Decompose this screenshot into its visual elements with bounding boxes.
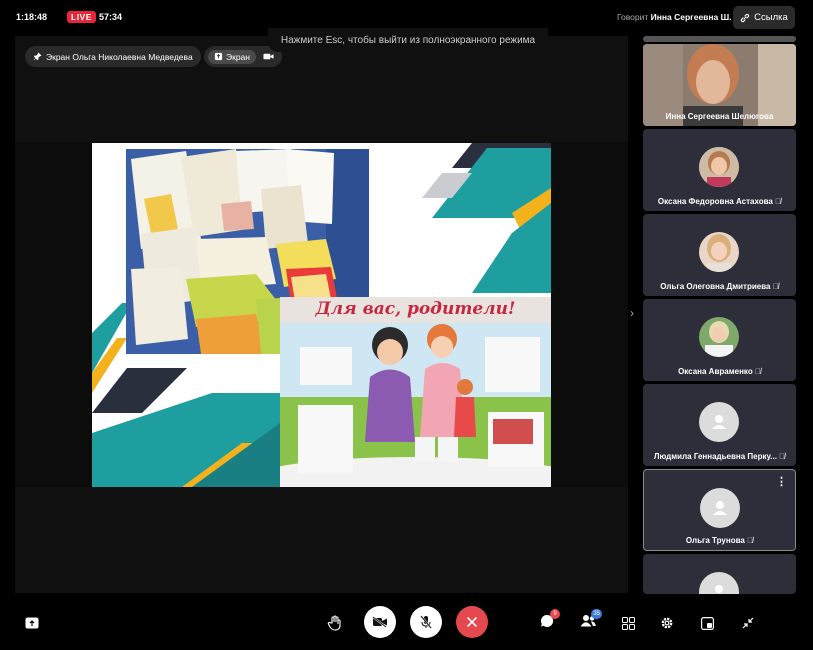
screen-tab-label: Экран bbox=[226, 51, 250, 62]
collapse-panel-chevron-icon[interactable]: › bbox=[630, 306, 634, 320]
participant-tile[interactable]: Людмила Геннадьевна Перку... 🎙̸ bbox=[643, 384, 796, 466]
camera-icon[interactable] bbox=[263, 52, 274, 61]
close-icon bbox=[467, 617, 477, 627]
mic-off-icon: 🎙̸ bbox=[754, 367, 761, 376]
participant-tile[interactable]: Оксана Федоровна Астахова 🎙̸ bbox=[643, 129, 796, 211]
participant-tile-selected[interactable]: ⋮ Ольга Трунова 🎙̸ bbox=[643, 469, 796, 551]
gear-icon bbox=[661, 617, 673, 629]
participant-tile-partial bbox=[643, 36, 796, 42]
participants-icon-wrap: 35 bbox=[580, 609, 602, 632]
participant-name: Оксана Авраменко bbox=[678, 367, 753, 376]
participant-name: Ольга Трунова bbox=[685, 536, 745, 545]
mic-toggle-button[interactable] bbox=[410, 606, 442, 638]
photo-parents-poster: Для вас, родители! bbox=[280, 297, 551, 487]
speaking-name: Инна Сергеевна Ш. bbox=[650, 12, 732, 22]
user-placeholder-icon bbox=[699, 402, 739, 442]
copy-link-label: Ссылка bbox=[754, 12, 788, 23]
grid-view-button[interactable] bbox=[613, 608, 643, 638]
participant-name: Инна Сергеевна Шелюгова bbox=[665, 112, 774, 121]
mic-off-icon: 🎙̸ bbox=[775, 197, 782, 206]
user-placeholder-icon bbox=[699, 572, 739, 594]
participant-name-row: Ольга Трунова 🎙̸ bbox=[644, 536, 795, 545]
participant-name-row: Оксана Федоровна Астахова 🎙̸ bbox=[643, 197, 796, 206]
exit-fullscreen-button[interactable] bbox=[733, 608, 763, 638]
clock: 1:18:48 bbox=[16, 12, 48, 22]
copy-link-button[interactable]: Ссылка bbox=[733, 6, 795, 29]
participant-name: Оксана Федоровна Астахова bbox=[657, 197, 773, 206]
share-screen-button[interactable] bbox=[17, 608, 47, 638]
layout-icon bbox=[700, 616, 714, 630]
camera-toggle-button[interactable] bbox=[364, 606, 396, 638]
speaking-indicator: Говорит Инна Сергеевна Ш. bbox=[617, 12, 732, 22]
mic-off-icon bbox=[420, 615, 432, 629]
mic-off-icon: 🎙̸ bbox=[747, 536, 754, 545]
mic-off-icon: 🎙̸ bbox=[779, 452, 786, 461]
participant-name: Людмила Геннадьевна Перку... bbox=[653, 452, 777, 461]
settings-button[interactable] bbox=[652, 608, 682, 638]
participants-badge: 35 bbox=[591, 609, 602, 619]
participant-tile[interactable]: Ольга Олеговна Дмитриева 🎙̸ bbox=[643, 214, 796, 296]
participant-tile-partial[interactable] bbox=[643, 554, 796, 594]
speaking-prefix: Говорит bbox=[617, 12, 649, 22]
participant-name-row: Оксана Авраменко 🎙̸ bbox=[643, 367, 796, 376]
chat-icon-wrap: 9 bbox=[540, 608, 560, 633]
participant-tile[interactable]: Оксана Авраменко 🎙̸ bbox=[643, 299, 796, 381]
mic-off-icon: 🎙̸ bbox=[772, 282, 779, 291]
participant-tile[interactable]: Инна Сергеевна Шелюгова bbox=[643, 44, 796, 126]
user-placeholder-icon bbox=[700, 488, 740, 528]
upload-screen-icon bbox=[25, 617, 39, 629]
participant-name: Ольга Олеговна Дмитриева bbox=[660, 282, 771, 291]
participants-button[interactable]: 35 bbox=[573, 608, 603, 638]
camera-off-icon bbox=[372, 616, 387, 628]
avatar bbox=[699, 147, 739, 187]
participant-name-row: Людмила Геннадьевна Перку... 🎙̸ bbox=[643, 452, 796, 461]
layout-button[interactable] bbox=[692, 608, 722, 638]
pin-icon bbox=[33, 52, 42, 61]
poster-illustration bbox=[280, 297, 551, 487]
end-call-button[interactable] bbox=[456, 606, 488, 638]
more-options-icon[interactable]: ⋮ bbox=[776, 475, 787, 488]
screen-tab[interactable]: Экран bbox=[208, 49, 256, 64]
poster-title: Для вас, родители! bbox=[315, 299, 516, 319]
hand-icon bbox=[327, 615, 341, 631]
pinned-screen-label: Экран Ольга Николаевна Медведева bbox=[46, 51, 193, 62]
live-badge: LIVE bbox=[67, 11, 96, 23]
link-icon bbox=[741, 13, 750, 22]
chat-button[interactable]: 9 bbox=[532, 608, 562, 638]
pinned-screen-chip[interactable]: Экран Ольга Николаевна Медведева bbox=[25, 46, 201, 67]
avatar bbox=[699, 232, 739, 272]
chat-badge: 9 bbox=[550, 608, 560, 619]
stage-bottom-area bbox=[15, 487, 628, 593]
call-timer: 57:34 bbox=[99, 12, 123, 22]
grid-icon bbox=[621, 616, 635, 630]
participant-name-row: Ольга Олеговна Дмитриева 🎙̸ bbox=[643, 282, 796, 291]
screen-share-icon bbox=[214, 52, 223, 61]
shared-slide: Для вас, родители! bbox=[92, 143, 551, 487]
raise-hand-button[interactable] bbox=[320, 608, 350, 638]
avatar bbox=[699, 317, 739, 357]
fullscreen-esc-hint: Нажмите Esc, чтобы выйти из полноэкранно… bbox=[268, 28, 548, 52]
exit-fullscreen-icon bbox=[742, 617, 754, 629]
